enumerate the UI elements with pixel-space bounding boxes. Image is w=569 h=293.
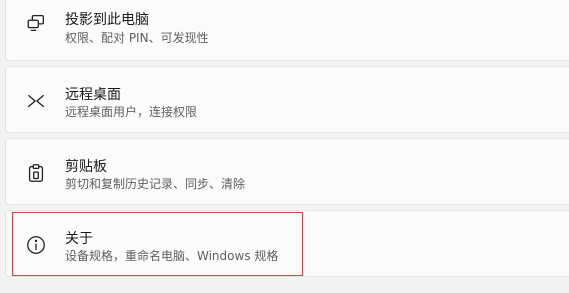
- settings-item-subtitle: 权限、配对 PIN、可发现性: [65, 31, 209, 45]
- settings-item-title: 投影到此电脑: [65, 12, 149, 28]
- info-icon: [24, 233, 48, 257]
- settings-item-clipboard[interactable]: 剪贴板 剪切和复制历史记录、同步、清除: [5, 138, 569, 205]
- settings-item-project-to-pc[interactable]: 投影到此电脑 权限、配对 PIN、可发现性: [5, 0, 569, 61]
- settings-item-subtitle: 远程桌面用户，连接权限: [65, 105, 198, 119]
- settings-item-remote-desktop[interactable]: 远程桌面 远程桌面用户，连接权限: [5, 66, 569, 133]
- project-to-pc-icon: [24, 11, 48, 35]
- settings-item-about[interactable]: 关于 设备规格，重命名电脑、Windows 规格: [5, 210, 569, 277]
- settings-item-title: 关于: [65, 231, 93, 247]
- settings-item-subtitle: 剪切和复制历史记录、同步、清除: [65, 177, 246, 191]
- remote-desktop-icon: [24, 89, 48, 113]
- settings-item-title: 剪贴板: [65, 159, 107, 175]
- settings-item-subtitle: 设备规格，重命名电脑、Windows 规格: [65, 249, 279, 263]
- clipboard-icon: [24, 161, 48, 185]
- settings-item-title: 远程桌面: [65, 87, 121, 103]
